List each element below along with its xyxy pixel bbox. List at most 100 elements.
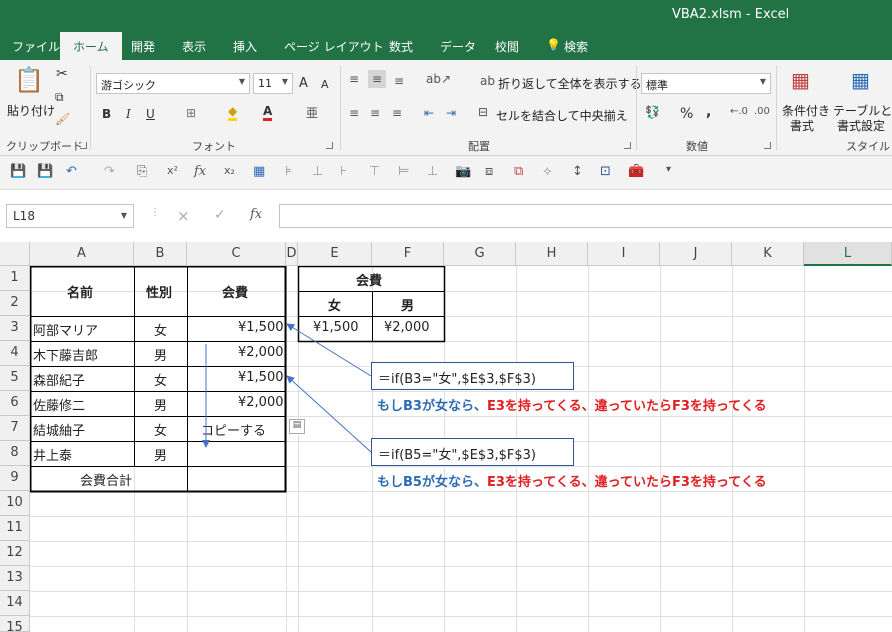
number-launcher-icon[interactable]	[764, 142, 771, 149]
format-as-table-icon[interactable]: ▦	[851, 68, 870, 92]
fill-color-icon[interactable]: ◆	[228, 104, 238, 121]
subscript-icon[interactable]: x₂	[224, 164, 235, 177]
format-painter-icon[interactable]: 🖌	[55, 112, 70, 126]
speech-icon[interactable]: ⟡	[543, 164, 552, 179]
wrap-text-button[interactable]: 折り返して全体を表示する	[498, 75, 642, 92]
percent-button[interactable]: %	[680, 106, 693, 122]
number-format-box[interactable]: 標準 ▼	[641, 73, 771, 94]
chevron-down-icon: ▼	[120, 211, 127, 220]
window-icon[interactable]: ⊡	[600, 164, 611, 179]
redo-icon[interactable]: ↷	[104, 164, 115, 179]
paste-special-icon[interactable]: ⎘	[137, 164, 147, 179]
cancel-button[interactable]: ×	[177, 207, 190, 225]
paste-icon[interactable]: 📋	[14, 66, 44, 94]
tab-view[interactable]: 表示	[182, 38, 206, 55]
align-left-icon[interactable]: ≡	[349, 106, 359, 120]
align-bottom-objects-icon[interactable]: ⊥	[427, 164, 438, 179]
font-color-button[interactable]: A	[263, 104, 273, 121]
insert-function-button[interactable]: fx	[250, 207, 262, 222]
chevron-down-icon: ▼	[759, 77, 766, 86]
bold-button[interactable]: B	[102, 107, 111, 121]
tab-insert[interactable]: 挿入	[233, 38, 257, 55]
align-middle-icon[interactable]: ≡	[368, 70, 387, 88]
decrease-decimal-icon[interactable]: .00	[754, 106, 770, 117]
merge-center-icon[interactable]: ⊟	[478, 105, 488, 119]
align-left-objects-icon[interactable]: ⊦	[340, 164, 347, 179]
align-top-icon[interactable]: ≡	[349, 72, 359, 86]
tab-page-layout[interactable]: ページ レイアウト	[284, 38, 384, 55]
table-icon[interactable]: ▦	[253, 164, 265, 179]
increase-decimal-icon[interactable]: ←.0	[730, 106, 748, 117]
save-as-icon[interactable]: 💾	[37, 164, 53, 179]
name-box-value: L18	[13, 209, 35, 223]
insert-function-icon[interactable]: fx	[194, 164, 206, 179]
font-group-label: フォント	[192, 140, 236, 153]
font-name-box[interactable]: 游ゴシック ▼	[96, 73, 250, 94]
more-options-icon: ⋮	[150, 207, 160, 218]
orientation-icon[interactable]: ab↗	[426, 72, 451, 86]
clipboard-group-label: クリップボード	[6, 140, 83, 153]
tab-review[interactable]: 校閲	[495, 38, 519, 55]
undo-icon[interactable]: ↶	[66, 164, 77, 179]
italic-button[interactable]: I	[126, 107, 131, 121]
formula-input[interactable]	[279, 204, 892, 228]
font-size-box[interactable]: 11 ▼	[253, 73, 293, 94]
number-group-label: 数値	[686, 140, 708, 153]
conditional-format-icon[interactable]: ▦	[791, 68, 810, 92]
tab-file[interactable]: ファイル	[12, 38, 60, 55]
camera-icon[interactable]: 📷	[455, 164, 471, 179]
border-icon[interactable]: ⊞	[186, 106, 196, 120]
align-center-icon[interactable]: ≡	[370, 106, 380, 120]
tab-formulas[interactable]: 数式	[389, 38, 413, 55]
window-title: VBA2.xlsm - Excel	[672, 7, 790, 22]
decrease-indent-icon[interactable]: ⇤	[424, 106, 434, 120]
group-objects-icon[interactable]: ⧈	[485, 164, 493, 179]
clipboard-launcher-icon[interactable]	[80, 142, 87, 149]
formula-bar: L18 ▼ ⋮ × ✓ fx	[0, 190, 892, 242]
tab-home[interactable]: ホーム	[60, 32, 122, 60]
shrink-font-button[interactable]: A	[321, 78, 329, 91]
name-box[interactable]: L18 ▼	[6, 204, 134, 228]
comma-button[interactable]: ,	[706, 104, 711, 120]
save-icon[interactable]: 💾	[10, 164, 26, 179]
superscript-icon[interactable]: x²	[167, 164, 178, 177]
font-launcher-icon[interactable]	[326, 142, 333, 149]
arrow-to-c3	[286, 323, 372, 377]
conditional-format-line2[interactable]: 書式	[790, 117, 814, 134]
font-name-value: 游ゴシック	[101, 79, 156, 92]
currency-icon[interactable]: 💱	[645, 105, 660, 119]
quick-access-toolbar: 💾 💾 ↶ ↷ ⎘ x² fx x₂ ▦ ⊧ ⊥ ⊦ ⊤ ⊨ ⊥ 📷 ⧈ ⧉ ⟡…	[0, 156, 892, 190]
customize-toolbar-icon[interactable]: ▾	[666, 164, 671, 175]
underline-button[interactable]: U	[146, 107, 155, 121]
grow-font-button[interactable]: A	[299, 76, 308, 91]
tab-search[interactable]: 検索	[564, 38, 588, 55]
align-bottom-icon[interactable]: ≡	[394, 74, 404, 88]
toolbox-icon[interactable]: 🧰	[628, 164, 644, 179]
align-top-objects-icon[interactable]: ⊤	[369, 164, 380, 179]
distribute-icon[interactable]: ⊥	[312, 164, 323, 179]
annotation-arrows	[202, 323, 372, 453]
merge-center-button[interactable]: セルを結合して中央揃え	[496, 107, 628, 124]
align-right-icon[interactable]: ≡	[392, 106, 402, 120]
ungroup-objects-icon[interactable]: ⧉	[514, 164, 523, 179]
increase-indent-icon[interactable]: ⇥	[446, 106, 456, 120]
distribute-vertical-icon[interactable]: ↕	[572, 164, 583, 179]
ribbon-tabs: ファイル ホーム 開発 表示 挿入 ページ レイアウト 数式 データ 校閲 💡 …	[0, 32, 892, 60]
enter-button[interactable]: ✓	[214, 207, 226, 223]
tab-developer[interactable]: 開発	[131, 38, 155, 55]
cut-icon[interactable]: ✂	[56, 66, 68, 82]
chevron-down-icon: ▼	[238, 77, 245, 86]
align-objects-icon[interactable]: ⊧	[285, 164, 292, 179]
align-center-objects-icon[interactable]: ⊨	[398, 164, 409, 179]
alignment-launcher-icon[interactable]	[624, 142, 631, 149]
wrap-text-icon[interactable]: ab	[480, 74, 495, 88]
chevron-down-icon: ▼	[281, 77, 288, 86]
styles-group-label: スタイル	[846, 140, 890, 153]
copy-icon[interactable]: ⧉	[55, 90, 64, 105]
lightbulb-icon: 💡	[546, 38, 561, 52]
format-as-table-line2[interactable]: 書式設定	[837, 117, 885, 134]
font-size-value: 11	[258, 77, 272, 90]
tab-data[interactable]: データ	[440, 38, 476, 55]
phonetic-icon[interactable]: 亜	[306, 104, 318, 121]
paste-button[interactable]: 貼り付け	[7, 102, 55, 119]
